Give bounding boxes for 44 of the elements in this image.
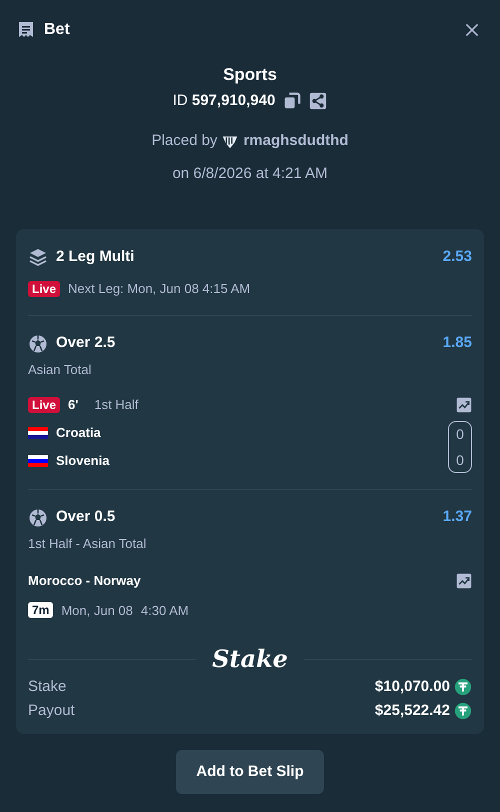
live-badge: Live bbox=[28, 396, 60, 413]
match-minute: 6' bbox=[68, 396, 78, 414]
brand-logo: Stake bbox=[212, 644, 288, 674]
trend-chart-icon[interactable] bbox=[456, 396, 472, 413]
dialog-title: Bet bbox=[44, 20, 71, 40]
total-label: Payout bbox=[28, 700, 76, 721]
tether-coin-icon bbox=[454, 702, 472, 720]
total-amount: $25,522.42 bbox=[374, 700, 450, 721]
tether-coin-icon bbox=[454, 678, 472, 696]
odds: 1.85 bbox=[442, 333, 472, 354]
countdown-badge: 7m bbox=[28, 602, 54, 618]
placed-by-label: Placed by bbox=[152, 131, 218, 151]
add-to-bet-slip-button[interactable]: Add to Bet Slip bbox=[176, 750, 324, 794]
match-date: Mon, Jun 08 bbox=[61, 602, 133, 620]
match-period: 1st Half bbox=[94, 396, 140, 414]
username[interactable]: rmaghsdudthd bbox=[243, 130, 348, 152]
team-name: Croatia bbox=[56, 424, 101, 442]
odds: 1.37 bbox=[442, 507, 472, 528]
selection-title: Over 2.5 bbox=[56, 333, 116, 354]
team-score: 0 bbox=[456, 450, 464, 470]
layers-icon bbox=[28, 247, 48, 267]
team-score: 0 bbox=[456, 424, 464, 444]
selection-title: Over 0.5 bbox=[56, 507, 116, 528]
odds: 2.53 bbox=[442, 246, 472, 267]
total-label: Stake bbox=[28, 676, 68, 697]
bet-id: ID 597,910,940 bbox=[172, 90, 276, 110]
market-name: 1st Half - Asian Total bbox=[28, 534, 148, 552]
trend-chart-icon[interactable] bbox=[456, 572, 472, 589]
copy-icon[interactable] bbox=[283, 92, 302, 110]
live-badge: Live bbox=[28, 280, 60, 297]
next-leg-time: Next Leg: Mon, Jun 08 4:15 AM bbox=[68, 280, 250, 298]
soccer-ball-icon bbox=[28, 508, 48, 528]
share-icon[interactable] bbox=[309, 92, 328, 110]
receipt-icon bbox=[16, 20, 36, 40]
team-name: Slovenia bbox=[56, 452, 110, 470]
bet-category: Sports bbox=[223, 64, 277, 86]
placed-date: on 6/8/2026 at 4:21 AM bbox=[172, 164, 328, 184]
match-time: 4:30 AM bbox=[140, 602, 189, 620]
selection-title: 2 Leg Multi bbox=[56, 246, 136, 267]
close-icon bbox=[464, 22, 480, 38]
soccer-ball-icon bbox=[28, 334, 48, 354]
total-amount: $10,070.00 bbox=[374, 676, 450, 697]
match-name: Morocco - Norway bbox=[28, 572, 142, 590]
market-name: Asian Total bbox=[28, 360, 92, 378]
